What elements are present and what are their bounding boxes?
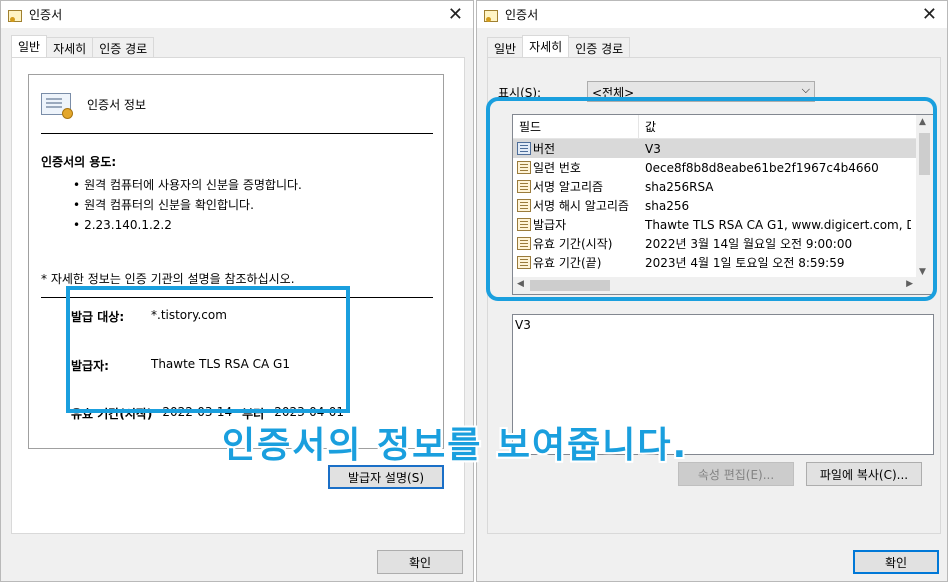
highlight-box-field-list: [486, 97, 937, 301]
window-title: 인증서: [29, 8, 63, 22]
ok-button[interactable]: 확인: [377, 550, 463, 574]
title-bar: 인증서 ✕: [477, 1, 947, 29]
tab-cert-path[interactable]: 인증 경로: [568, 37, 631, 57]
close-icon[interactable]: ✕: [448, 4, 463, 25]
overlay-caption: 인증서의 정보를 보여줍니다.: [222, 425, 689, 466]
divider: [41, 133, 433, 134]
tab-cert-path[interactable]: 인증 경로: [92, 37, 155, 57]
certificate-icon: [41, 91, 73, 119]
title-bar: 인증서 ✕: [1, 1, 473, 29]
issuer-statement-button[interactable]: 발급자 설명(S): [328, 465, 444, 489]
purpose-item: 2.23.140.1.2.2: [73, 215, 302, 235]
purpose-item: 원격 컴퓨터에 사용자의 신분을 증명합니다.: [73, 175, 302, 195]
purpose-list: 원격 컴퓨터에 사용자의 신분을 증명합니다. 원격 컴퓨터의 신분을 확인합니…: [73, 175, 302, 235]
certificate-app-icon: [7, 8, 22, 22]
ok-button[interactable]: 확인: [853, 550, 939, 574]
window-title: 인증서: [505, 8, 539, 22]
close-icon[interactable]: ✕: [922, 4, 937, 25]
cert-info-header: 인증서 정보: [41, 91, 147, 119]
field-detail-value: V3: [515, 318, 531, 332]
info-note: * 자세한 정보는 인증 기관의 설명을 참조하십시오.: [41, 272, 295, 286]
chevron-down-icon: ⌵: [801, 83, 810, 96]
edit-properties-button[interactable]: 속성 편집(E)...: [678, 462, 794, 486]
cert-info-title: 인증서 정보: [87, 97, 147, 112]
purpose-item: 원격 컴퓨터의 신분을 확인합니다.: [73, 195, 302, 215]
tab-strip: 일반 자세히 인증 경로: [487, 35, 631, 57]
tab-details[interactable]: 자세히: [46, 37, 94, 57]
tab-details[interactable]: 자세히: [522, 35, 570, 57]
highlight-box-issuer-info: [66, 286, 350, 413]
purpose-title: 인증서의 용도:: [41, 155, 117, 169]
tab-strip: 일반 자세히 인증 경로: [11, 35, 155, 57]
certificate-app-icon: [483, 8, 498, 22]
copy-to-file-button[interactable]: 파일에 복사(C)...: [806, 462, 922, 486]
tab-general[interactable]: 일반: [487, 37, 524, 57]
tab-general[interactable]: 일반: [11, 35, 48, 57]
